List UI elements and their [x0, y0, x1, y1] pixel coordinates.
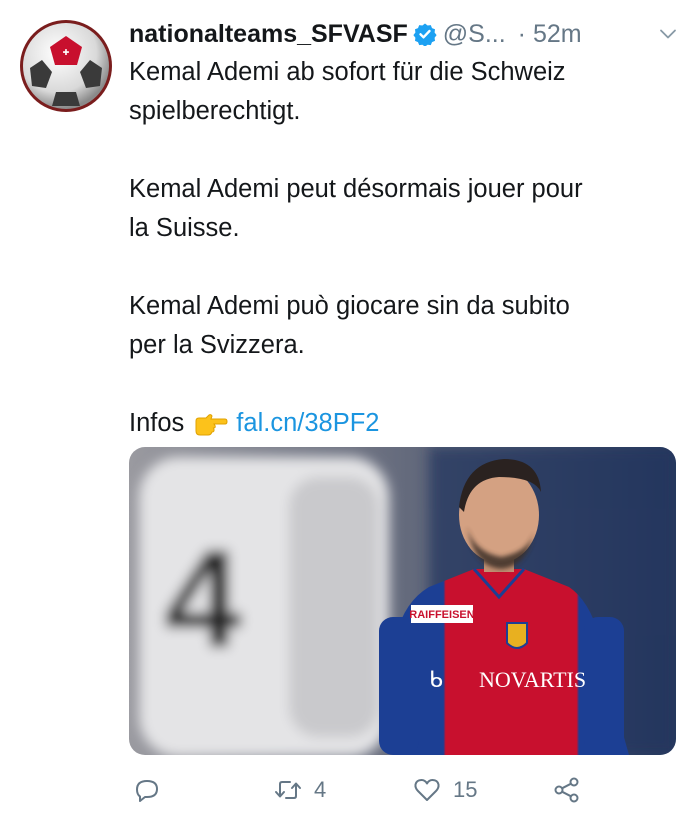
shirt-main-sponsor-text: NOVARTIS: [479, 667, 586, 692]
verified-badge-icon: [413, 22, 437, 46]
tweet-text-line: Kemal Ademi può giocare sin da subito: [129, 292, 570, 320]
like-count: 15: [453, 777, 478, 802]
retweet-icon: [274, 776, 302, 804]
reply-icon: [133, 776, 161, 804]
tweet-card[interactable]: ✚ nationalteams_SFVASF @S... · 52m Kemal…: [0, 0, 696, 827]
tweet-text-line: Kemal Ademi ab sofort für die Schweiz: [129, 58, 566, 86]
tweet-infos-line: Infos fal.cn/38PF2: [129, 404, 669, 443]
retweet-button[interactable]: 4: [274, 770, 326, 810]
player-photo: 4 RAIFFEISEN NOVARTIS ᑲ: [129, 447, 676, 755]
tweet-actions: 4 15: [129, 770, 669, 810]
svg-text:✚: ✚: [63, 48, 70, 57]
share-button[interactable]: [553, 770, 581, 810]
author-display-name[interactable]: nationalteams_SFVASF: [129, 14, 408, 54]
tweet-text-line: Kemal Ademi peut désormais jouer pour: [129, 175, 583, 203]
svg-text:ᑲ: ᑲ: [429, 667, 443, 692]
tweet-media-photo[interactable]: 4 RAIFFEISEN NOVARTIS ᑲ: [129, 447, 676, 755]
tweet-link[interactable]: fal.cn/38PF2: [236, 404, 379, 443]
author-avatar[interactable]: ✚: [20, 20, 112, 112]
share-icon: [553, 776, 581, 804]
tweet-header: nationalteams_SFVASF @S... · 52m: [129, 14, 684, 54]
football-avatar-icon: ✚: [20, 20, 112, 112]
jersey-number: 4: [164, 520, 242, 677]
tweet-timestamp[interactable]: 52m: [533, 14, 582, 54]
like-button[interactable]: 15: [413, 770, 477, 810]
chevron-down-icon[interactable]: [656, 22, 680, 46]
infos-label: Infos: [129, 409, 185, 437]
tweet-text-line: la Suisse.: [129, 214, 240, 242]
header-separator: ·: [517, 20, 526, 48]
heart-icon: [413, 776, 441, 804]
shirt-sponsor-text: RAIFFEISEN: [409, 609, 474, 621]
pointing-right-hand-icon: [194, 412, 228, 436]
tweet-text: Kemal Ademi ab sofort für die Schweiz sp…: [129, 53, 669, 443]
reply-button[interactable]: [133, 770, 173, 810]
author-handle[interactable]: @S...: [443, 14, 506, 54]
tweet-text-line: spielberechtigt.: [129, 97, 301, 125]
tweet-text-line: per la Svizzera.: [129, 331, 305, 359]
retweet-count: 4: [314, 777, 327, 802]
